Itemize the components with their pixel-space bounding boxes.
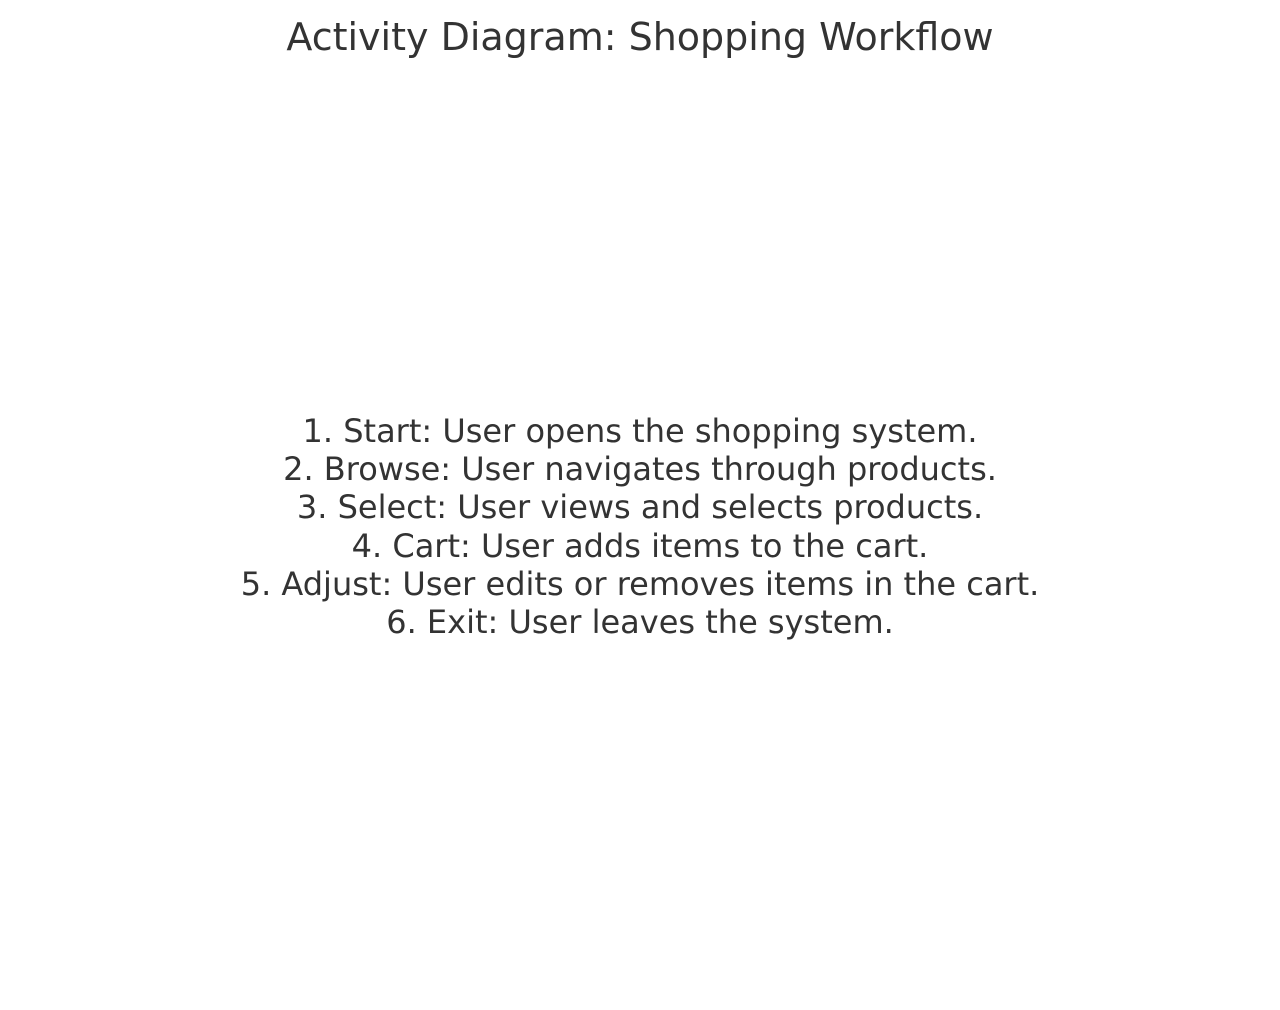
step-start: 1. Start: User opens the shopping system… [302, 412, 978, 450]
step-exit: 6. Exit: User leaves the system. [386, 603, 894, 642]
step-select: 3. Select: User views and selects produc… [296, 488, 984, 527]
step-cart: 4. Cart: User adds items to the cart. [351, 526, 929, 565]
diagram-title: Activity Diagram: Shopping Workflow [286, 15, 994, 59]
workflow-steps: 1. Start: User opens the shopping system… [0, 412, 1280, 641]
step-adjust: 5. Adjust: User edits or removes items i… [240, 564, 1040, 603]
step-browse: 2. Browse: User navigates through produc… [283, 450, 997, 489]
